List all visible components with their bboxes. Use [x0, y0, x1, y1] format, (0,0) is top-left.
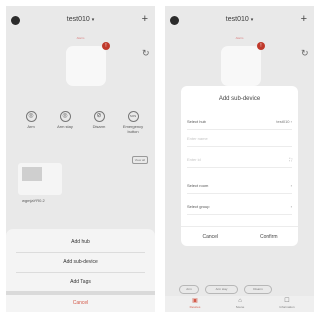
select-hub-label: Select hub	[187, 119, 206, 124]
top-bar: test010 ▾ +	[6, 6, 155, 36]
mode-arm-stay[interactable]: ◎ Arm stay	[50, 111, 80, 129]
mode-emergency[interactable]: SOS Emergency button	[118, 111, 148, 134]
mode-label: Arm	[27, 124, 35, 129]
device-name: wgmjaYR0.2	[22, 198, 45, 203]
select-group-label: Select group	[187, 204, 210, 209]
nav-information[interactable]: ☐ Information	[267, 298, 307, 309]
status-label: Alarm	[76, 36, 85, 40]
arm-stay-icon: ◎	[59, 111, 71, 122]
mode-arm[interactable]: ◎ Arm	[16, 111, 46, 129]
mode-label: Emergency button	[122, 124, 144, 134]
select-group-row[interactable]: Select group ›	[187, 199, 292, 215]
mode-pill-arm[interactable]: Arm	[179, 285, 199, 294]
hub-device-image[interactable]	[221, 46, 261, 86]
hub-selector[interactable]: test010 ▾	[6, 16, 155, 23]
refresh-icon[interactable]: ↻	[301, 48, 309, 59]
select-room-label: Select room	[187, 183, 209, 188]
chevron-down-icon: ▾	[250, 17, 254, 23]
alarm-icon: !	[102, 42, 110, 50]
add-hub-option[interactable]: Add hub	[6, 239, 155, 245]
cancel-button[interactable]: Cancel	[6, 300, 155, 306]
nav-scene[interactable]: ⌂ Scene	[220, 298, 260, 309]
device-tile[interactable]	[18, 163, 62, 195]
refresh-icon[interactable]: ↻	[142, 48, 150, 59]
nav-label: Scene	[235, 305, 245, 309]
emergency-icon: SOS	[127, 111, 139, 122]
dialog-title: Add sub-device	[218, 96, 261, 102]
chevron-down-icon: ▾	[91, 17, 95, 23]
view-all-button[interactable]: View all	[131, 156, 148, 164]
name-input[interactable]: Enter name	[187, 131, 292, 147]
add-icon[interactable]: +	[142, 13, 148, 25]
devices-icon: ▣	[192, 298, 198, 304]
add-sub-device-option[interactable]: Add sub-device	[6, 259, 155, 265]
id-placeholder: Enter id	[187, 157, 201, 162]
hub-value: test010	[276, 119, 290, 124]
divider	[16, 272, 145, 273]
select-room-row[interactable]: Select room ›	[187, 178, 292, 194]
cancel-button[interactable]: Cancel	[181, 227, 240, 247]
bottom-nav: ▣ Devices ⌂ Scene ☐ Information	[165, 296, 314, 312]
select-hub-value: test010 ›	[276, 114, 292, 130]
divider	[6, 291, 155, 295]
add-icon[interactable]: +	[301, 13, 307, 25]
divider	[16, 252, 145, 253]
device-thumbnail	[22, 167, 42, 181]
add-sub-device-dialog: Add sub-device Select hub test010 › Ente…	[181, 86, 298, 246]
status-label: Alarm	[235, 36, 244, 40]
mode-pill-disarm[interactable]: Disarm	[244, 285, 272, 294]
nav-label: Devices	[189, 305, 201, 309]
mode-pill-arm-stay[interactable]: Arm stay	[205, 285, 238, 294]
add-action-sheet: Add hub Add sub-device Add Tags Cancel	[6, 229, 155, 312]
hub-selector[interactable]: test010 ▾	[165, 16, 314, 23]
home-screen-add-menu: test010 ▾ + Alarm ! ↻ ◎ Arm ◎ Arm stay ⊘…	[6, 6, 155, 312]
home-screen-add-sub-device: test010 ▾ + Alarm ! ↻ Add sub-device Sel…	[165, 6, 314, 312]
scene-icon: ⌂	[238, 298, 242, 304]
hub-title: test010	[66, 16, 90, 23]
arm-icon: ◎	[25, 111, 37, 122]
chevron-right-icon: ›	[290, 204, 292, 209]
mode-label: Arm stay	[57, 124, 73, 129]
scan-icon[interactable]: ⛶	[289, 152, 292, 168]
alarm-icon: !	[257, 42, 265, 50]
nav-label: Information	[279, 305, 295, 309]
chevron-right-icon: ›	[290, 183, 292, 188]
chevron-right-icon: ›	[290, 119, 292, 124]
nav-devices[interactable]: ▣ Devices	[175, 298, 215, 309]
select-hub-row[interactable]: Select hub test010 ›	[187, 114, 292, 130]
name-placeholder: Enter name	[187, 136, 208, 141]
information-icon: ☐	[284, 298, 290, 304]
add-tags-option[interactable]: Add Tags	[6, 279, 155, 285]
dialog-actions: Cancel Confirm	[181, 226, 298, 246]
hub-title: test010	[225, 16, 249, 23]
mode-label: Disarm	[92, 124, 106, 129]
disarm-icon: ⊘	[93, 111, 105, 122]
hub-device-image[interactable]	[66, 46, 106, 86]
id-input[interactable]: Enter id ⛶	[187, 152, 292, 168]
confirm-button[interactable]: Confirm	[240, 227, 299, 247]
top-bar: test010 ▾ +	[165, 6, 314, 36]
mode-disarm[interactable]: ⊘ Disarm	[84, 111, 114, 129]
